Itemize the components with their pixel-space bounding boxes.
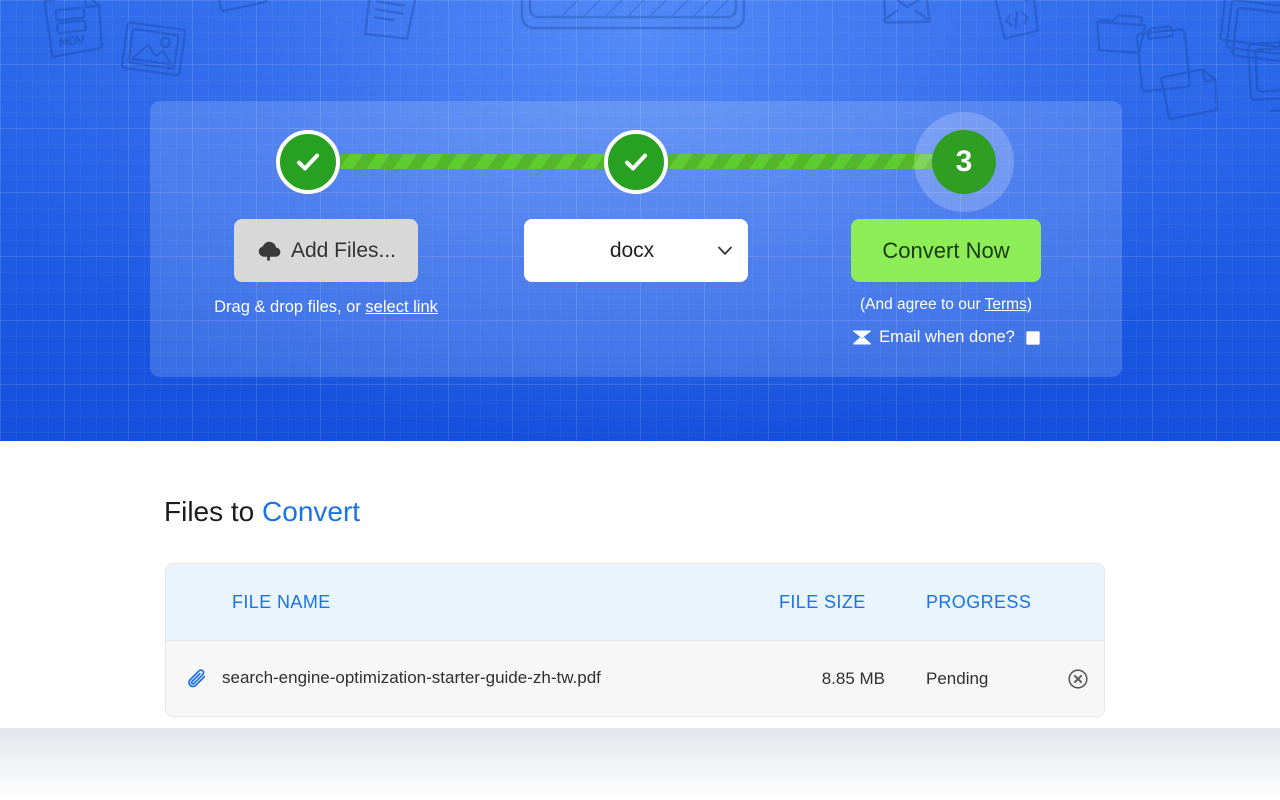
page-title-accent: Convert [262, 496, 361, 527]
file-name-cell: search-engine-optimization-starter-guide… [166, 667, 741, 690]
cloud-upload-icon [258, 241, 281, 261]
step-3-current[interactable]: 3 [932, 130, 996, 194]
check-icon [625, 153, 647, 171]
check-icon [297, 153, 319, 171]
progress-bar-segment-1 [340, 154, 608, 169]
image-file-doodle [120, 21, 187, 77]
progress-bar-segment-2 [668, 154, 964, 169]
convert-now-button[interactable]: Convert Now [851, 219, 1041, 282]
files-to-convert-section: Files to Convert FILE NAME FILE SIZE PRO… [0, 441, 1280, 800]
remove-circle-icon [1067, 668, 1088, 689]
file-progress-cell: Pending [926, 668, 989, 688]
mov-file-doodle: MOV [43, 0, 103, 59]
terms-agreement-text: (And agree to our Terms) [786, 296, 1106, 314]
laptop-doodle [520, 0, 746, 30]
paperclip-icon [188, 668, 206, 687]
email-when-done-row: Email when done? [786, 328, 1106, 347]
drag-drop-prefix: Drag & drop files, or [214, 298, 366, 316]
document-doodle [994, 0, 1039, 40]
format-column: docx [486, 219, 786, 282]
table-row: search-engine-optimization-starter-guide… [166, 640, 1104, 716]
clipboard-doodle [1135, 25, 1219, 121]
terms-link[interactable]: Terms [985, 296, 1027, 313]
monitor-doodle [1247, 38, 1280, 113]
column-header-file-size: FILE SIZE [779, 591, 866, 612]
table-header-row: FILE NAME FILE SIZE PROGRESS [166, 564, 1104, 640]
drag-drop-hint: Drag & drop files, or select link [166, 298, 486, 317]
add-files-column: Add Files... Drag & drop files, or selec… [166, 219, 486, 317]
select-link[interactable]: select link [365, 298, 437, 316]
column-header-file-name: FILE NAME [232, 591, 331, 612]
svg-text:MOV: MOV [58, 34, 85, 50]
terms-suffix: ) [1026, 296, 1033, 313]
add-files-button[interactable]: Add Files... [234, 219, 418, 282]
envelope-doodle [214, 0, 268, 13]
remove-file-button[interactable] [1067, 668, 1089, 690]
converter-panel: 3 Add Files... Drag & drop files, or sel… [150, 101, 1122, 377]
step-3-label: 3 [955, 145, 973, 178]
photos-doodle [1219, 0, 1280, 64]
hero-banner: MOV 3 Add Files... Drag & drop files, or… [0, 0, 1280, 441]
table-bottom-shadow [0, 728, 1280, 800]
format-select-wrapper: docx [524, 219, 748, 282]
terms-prefix: (And agree to our [859, 296, 985, 313]
add-files-label: Add Files... [290, 238, 397, 262]
file-actions-cell [1051, 668, 1104, 690]
page-title-prefix: Files to [164, 496, 263, 527]
envelope-icon [852, 330, 872, 345]
output-format-select[interactable]: docx [524, 219, 748, 282]
envelope-doodle [882, 0, 933, 24]
column-header-progress: PROGRESS [926, 591, 1032, 612]
page-title: Files to Convert [164, 496, 360, 528]
file-name-text: search-engine-optimization-starter-guide… [222, 668, 601, 688]
files-table: FILE NAME FILE SIZE PROGRESS search-engi… [165, 563, 1105, 717]
step-progress-indicator: 3 [150, 101, 1122, 221]
step-2-complete[interactable] [604, 130, 668, 194]
email-when-done-checkbox[interactable] [1025, 330, 1040, 345]
convert-column: Convert Now (And agree to our Terms) Ema… [786, 219, 1106, 347]
folder-doodle [1096, 14, 1147, 55]
document-doodle [363, 0, 417, 40]
email-when-done-label: Email when done? [879, 328, 1015, 346]
file-size-cell: 8.85 MB [821, 668, 885, 688]
step-1-complete[interactable] [276, 130, 340, 194]
